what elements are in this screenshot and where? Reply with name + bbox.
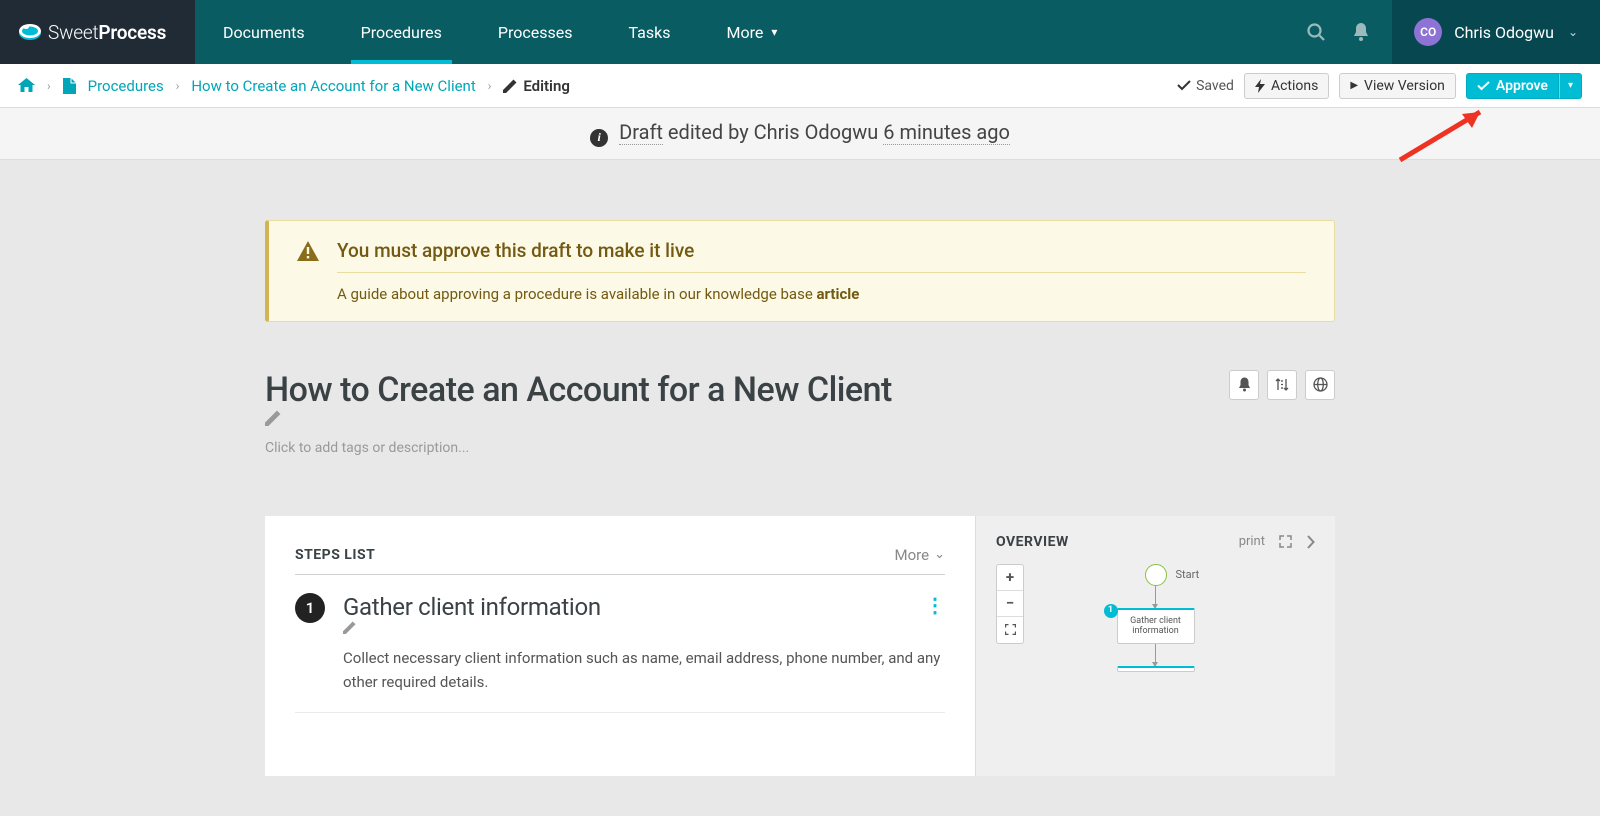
- steps-list-header: STEPS LIST: [295, 547, 895, 563]
- step-title[interactable]: Gather client information: [343, 593, 945, 634]
- flow-node-2[interactable]: 2: [1117, 666, 1195, 672]
- print-button[interactable]: print: [1239, 534, 1265, 549]
- step-item: 1 Gather client information Collect nece…: [295, 575, 945, 713]
- top-nav: SweetProcess Documents Procedures Proces…: [0, 0, 1600, 64]
- approve-dropdown[interactable]: ▾: [1559, 73, 1582, 99]
- logo-text: SweetProcess: [48, 21, 166, 44]
- logo-icon: [18, 23, 42, 41]
- zoom-in-button[interactable]: +: [997, 565, 1023, 591]
- flow-start-node[interactable]: [1145, 564, 1167, 586]
- chevron-right-icon[interactable]: [1306, 535, 1315, 549]
- nav-items: Documents Procedures Processes Tasks Mor…: [195, 0, 805, 64]
- logo[interactable]: SweetProcess: [0, 0, 195, 64]
- saved-indicator: Saved: [1177, 78, 1234, 94]
- pencil-icon: [503, 79, 517, 93]
- approve-button[interactable]: Approve: [1466, 73, 1559, 99]
- nav-more[interactable]: More▾: [698, 0, 805, 64]
- alert-title: You must approve this draft to make it l…: [337, 239, 1306, 273]
- flow-node-1[interactable]: 1 Gather client information: [1117, 608, 1195, 645]
- globe-icon: [1313, 377, 1328, 392]
- subbar-actions: Saved Actions ▶ View Version Approve ▾: [1177, 73, 1582, 99]
- fullscreen-button[interactable]: [997, 617, 1023, 643]
- overview-header: OVERVIEW: [996, 534, 1225, 550]
- flow-node-num: 1: [1104, 604, 1118, 618]
- zoom-controls: + −: [996, 564, 1024, 644]
- approve-button-group: Approve ▾: [1466, 73, 1582, 99]
- breadcrumb-sep: ›: [47, 79, 51, 93]
- approval-alert: You must approve this draft to make it l…: [265, 220, 1335, 322]
- nav-processes[interactable]: Processes: [470, 0, 601, 64]
- breadcrumb: › Procedures › How to Create an Account …: [18, 77, 570, 95]
- actions-button[interactable]: Actions: [1244, 73, 1329, 99]
- sort-button[interactable]: [1267, 370, 1297, 400]
- flow-node-num: 2: [1117, 666, 1118, 672]
- chevron-down-icon: ▾: [771, 25, 777, 39]
- home-icon[interactable]: [18, 78, 35, 93]
- chevron-down-icon: ⌄: [1568, 25, 1578, 39]
- bell-icon: [1238, 377, 1251, 392]
- nav-tasks[interactable]: Tasks: [600, 0, 698, 64]
- user-name: Chris Odogwu: [1454, 23, 1554, 42]
- nav-right-icons: [1284, 22, 1392, 42]
- content-area: You must approve this draft to make it l…: [0, 160, 1600, 816]
- avatar: CO: [1414, 18, 1442, 46]
- draft-label: Draft: [619, 120, 663, 145]
- check-icon: [1477, 81, 1490, 91]
- check-icon: [1177, 80, 1191, 91]
- zoom-out-button[interactable]: −: [997, 591, 1023, 617]
- steps-more-button[interactable]: More ⌄: [895, 546, 945, 564]
- breadcrumb-procedures[interactable]: Procedures: [88, 77, 164, 95]
- breadcrumb-sep: ›: [488, 79, 492, 93]
- alert-subtext: A guide about approving a procedure is a…: [337, 273, 1306, 303]
- page-title[interactable]: How to Create an Account for a New Clien…: [265, 370, 1229, 426]
- overview-panel: OVERVIEW print + −: [975, 516, 1335, 776]
- sort-icon: [1275, 378, 1289, 391]
- draft-status-row: i Draft edited by Chris Odogwu 6 minutes…: [0, 108, 1600, 160]
- flow-start-label: Start: [1176, 568, 1200, 581]
- pencil-icon[interactable]: [343, 621, 945, 634]
- document-icon: [63, 78, 76, 94]
- alert-article-link[interactable]: article: [817, 285, 860, 303]
- breadcrumb-editing: Editing: [503, 77, 570, 95]
- draft-edited-by: edited by Chris Odogwu: [663, 120, 883, 144]
- expand-icon[interactable]: [1279, 535, 1292, 548]
- search-icon[interactable]: [1306, 22, 1326, 42]
- caret-right-icon: ▶: [1350, 80, 1358, 91]
- view-version-button[interactable]: ▶ View Version: [1339, 73, 1456, 99]
- breadcrumb-sep: ›: [176, 79, 180, 93]
- nav-procedures[interactable]: Procedures: [333, 0, 470, 64]
- nav-documents[interactable]: Documents: [195, 0, 333, 64]
- breadcrumb-title[interactable]: How to Create an Account for a New Clien…: [191, 77, 475, 95]
- bell-icon[interactable]: [1352, 22, 1370, 42]
- steps-panel: STEPS LIST More ⌄ 1 Gather client inform…: [265, 516, 1335, 776]
- warning-icon: [297, 241, 319, 303]
- step-number: 1: [295, 593, 325, 623]
- tags-input[interactable]: Click to add tags or description...: [265, 440, 1335, 456]
- step-description: Collect necessary client information suc…: [343, 646, 945, 694]
- info-icon: i: [590, 129, 608, 147]
- flowchart: Start 1 Gather client information 2: [1117, 564, 1195, 673]
- bolt-icon: [1255, 79, 1265, 93]
- notifications-button[interactable]: [1229, 370, 1259, 400]
- user-menu[interactable]: CO Chris Odogwu ⌄: [1392, 0, 1600, 64]
- draft-time-ago[interactable]: 6 minutes ago: [883, 120, 1010, 145]
- step-menu-icon[interactable]: ⋮: [925, 593, 945, 617]
- chevron-down-icon: ⌄: [934, 547, 945, 562]
- visibility-button[interactable]: [1305, 370, 1335, 400]
- pencil-icon[interactable]: [265, 410, 1229, 426]
- sub-bar: › Procedures › How to Create an Account …: [0, 64, 1600, 108]
